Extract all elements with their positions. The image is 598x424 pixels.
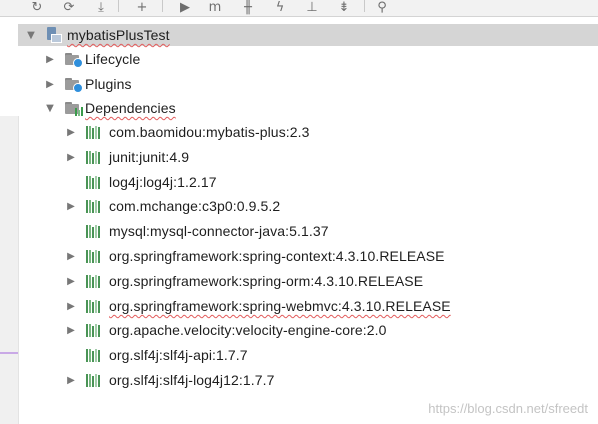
dependency-row[interactable]: ▶ org.slf4j:slf4j-log4j12:1.7.7 bbox=[65, 369, 275, 391]
library-icon bbox=[86, 373, 102, 387]
expand-arrow-icon[interactable]: ▶ bbox=[65, 324, 77, 336]
lifecycle-folder-icon bbox=[65, 52, 83, 68]
add-icon[interactable]: + bbox=[132, 0, 152, 14]
dependency-row[interactable]: ▶ junit:junit:4.9 bbox=[65, 146, 189, 168]
library-icon bbox=[86, 274, 102, 288]
dependencies-folder-icon bbox=[65, 101, 83, 116]
dependency-label: org.slf4j:slf4j-api:1.7.7 bbox=[109, 347, 248, 363]
library-icon bbox=[86, 125, 102, 139]
maven-projects-panel: ↻ ⟳ ⤓ + ▶ m ╫ ϟ ⊥ ⇟ ⚲ ▼ mybatisPlusTest … bbox=[0, 0, 598, 424]
tree-row-lifecycle[interactable]: ▶ Lifecycle bbox=[44, 48, 140, 70]
plugins-label: Plugins bbox=[85, 76, 132, 92]
dependency-row[interactable]: ▶ org.springframework:spring-context:4.3… bbox=[65, 245, 445, 267]
dependency-label: org.springframework:spring-webmvc:4.3.10… bbox=[109, 298, 451, 314]
dependency-row[interactable]: ▶ org.slf4j:slf4j-api:1.7.7 bbox=[65, 344, 248, 366]
expand-arrow-icon[interactable]: ▶ bbox=[65, 250, 77, 262]
dependencies-label: Dependencies bbox=[85, 100, 176, 116]
dependency-label: com.mchange:c3p0:0.9.5.2 bbox=[109, 198, 281, 214]
library-icon bbox=[86, 199, 102, 213]
dependency-row[interactable]: ▶ com.mchange:c3p0:0.9.5.2 bbox=[65, 195, 280, 217]
watermark: https://blog.csdn.net/sfreedt bbox=[428, 401, 588, 416]
settings-wrench-icon[interactable]: ⚲ bbox=[372, 0, 392, 14]
run-icon[interactable]: ▶ bbox=[175, 0, 195, 14]
maven-project-icon bbox=[46, 27, 62, 43]
dependency-row[interactable]: ▶ mysql:mysql-connector-java:5.1.37 bbox=[65, 220, 329, 242]
download-icon[interactable]: ⤓ bbox=[91, 0, 111, 14]
gutter-marker bbox=[0, 352, 18, 354]
dependency-label: com.baomidou:mybatis-plus:2.3 bbox=[109, 124, 310, 140]
dependency-row[interactable]: ▶ log4j:log4j:1.2.17 bbox=[65, 171, 217, 193]
tree-row-dependencies[interactable]: ▼ Dependencies bbox=[44, 97, 176, 119]
project-label: mybatisPlusTest bbox=[67, 27, 170, 43]
expand-arrow-icon[interactable]: ▶ bbox=[65, 300, 77, 312]
collapse-all-icon[interactable]: ⇟ bbox=[334, 0, 354, 14]
lifecycle-label: Lifecycle bbox=[85, 51, 141, 67]
tree-row-project[interactable]: ▼ mybatisPlusTest bbox=[18, 24, 598, 46]
expand-arrow-icon[interactable]: ▼ bbox=[25, 29, 37, 41]
left-gutter bbox=[0, 116, 19, 424]
library-icon bbox=[86, 348, 102, 362]
expand-arrow-icon[interactable]: ▶ bbox=[65, 275, 77, 287]
toolbar-separator bbox=[118, 0, 119, 12]
expand-arrow-icon[interactable]: ▶ bbox=[65, 200, 77, 212]
dependency-label: org.springframework:spring-context:4.3.1… bbox=[109, 248, 445, 264]
dependency-label: log4j:log4j:1.2.17 bbox=[109, 174, 217, 190]
generate-sources-icon[interactable]: ⟳ bbox=[59, 0, 79, 14]
dependency-row[interactable]: ▶ org.springframework:spring-orm:4.3.10.… bbox=[65, 270, 423, 292]
expand-arrow-icon[interactable]: ▶ bbox=[65, 151, 77, 163]
library-icon bbox=[86, 323, 102, 337]
library-icon bbox=[86, 175, 102, 189]
skip-tests-icon[interactable]: ϟ bbox=[270, 0, 290, 14]
dependency-label: org.springframework:spring-orm:4.3.10.RE… bbox=[109, 273, 424, 289]
maven-goal-icon[interactable]: m bbox=[205, 0, 225, 14]
expand-arrow-icon[interactable]: ▼ bbox=[44, 102, 56, 114]
refresh-icon[interactable]: ↻ bbox=[27, 0, 47, 14]
dependency-label: mysql:mysql-connector-java:5.1.37 bbox=[109, 223, 329, 239]
library-icon bbox=[86, 299, 102, 313]
expand-arrow-icon[interactable]: ▶ bbox=[44, 53, 56, 65]
expand-arrow-icon[interactable]: ▶ bbox=[65, 126, 77, 138]
dependency-label: org.slf4j:slf4j-log4j12:1.7.7 bbox=[109, 372, 275, 388]
dependency-row[interactable]: ▶ com.baomidou:mybatis-plus:2.3 bbox=[65, 121, 310, 143]
dependency-row[interactable]: ▶ org.apache.velocity:velocity-engine-co… bbox=[65, 319, 387, 341]
expand-arrow-icon[interactable]: ▶ bbox=[44, 78, 56, 90]
dependency-label: org.apache.velocity:velocity-engine-core… bbox=[109, 322, 387, 338]
tree-row-plugins[interactable]: ▶ Plugins bbox=[44, 73, 132, 95]
show-dependencies-icon[interactable]: ⊥ bbox=[302, 0, 322, 14]
toolbar-separator bbox=[162, 0, 163, 12]
toggle-offline-icon[interactable]: ╫ bbox=[238, 0, 258, 14]
maven-toolbar: ↻ ⟳ ⤓ + ▶ m ╫ ϟ ⊥ ⇟ ⚲ bbox=[0, 0, 598, 17]
dependency-row[interactable]: ▶ org.springframework:spring-webmvc:4.3.… bbox=[65, 295, 451, 317]
library-icon bbox=[86, 249, 102, 263]
expand-arrow-icon[interactable]: ▶ bbox=[65, 374, 77, 386]
dependency-label: junit:junit:4.9 bbox=[109, 149, 190, 165]
toolbar-separator bbox=[364, 0, 365, 12]
library-icon bbox=[86, 150, 102, 164]
library-icon bbox=[86, 224, 102, 238]
plugins-folder-icon bbox=[65, 77, 83, 93]
